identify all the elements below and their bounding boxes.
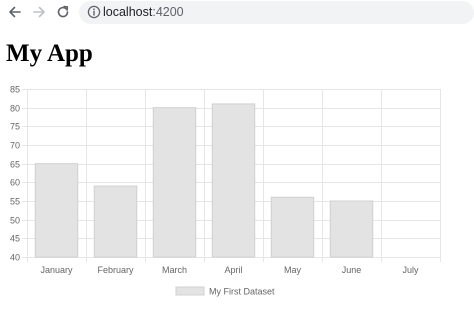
chart-bar xyxy=(34,163,79,258)
bar-chart: 40 45 50 55 60 65 70 75 80 85 January February Marc… xyxy=(10,85,441,297)
legend-swatch xyxy=(175,286,205,296)
x-tick-label: January xyxy=(40,265,73,275)
y-tick-label: 70 xyxy=(10,141,20,151)
y-tick-label: 65 xyxy=(10,160,20,170)
x-tick-label: July xyxy=(402,265,419,275)
x-tick-label: February xyxy=(97,265,134,275)
y-tick-label: 45 xyxy=(10,234,20,244)
chart-legend[interactable]: My First Dataset xyxy=(175,286,275,297)
y-tick-label: 75 xyxy=(10,122,20,132)
x-tick-label: May xyxy=(284,265,302,275)
y-tick-label: 55 xyxy=(10,197,20,207)
x-tick-label: April xyxy=(224,265,242,275)
x-axis-ticks: January February March April May June July xyxy=(40,265,419,275)
chart-bar xyxy=(211,103,256,258)
chart-bar xyxy=(152,107,197,258)
chart-bar xyxy=(93,185,138,258)
chart-bar xyxy=(270,196,315,258)
y-tick-label: 40 xyxy=(10,253,20,263)
legend-label: My First Dataset xyxy=(209,287,275,297)
y-tick-label: 50 xyxy=(10,216,20,226)
x-tick-label: June xyxy=(342,265,362,275)
y-tick-label: 85 xyxy=(10,85,20,95)
y-axis-ticks: 40 45 50 55 60 65 70 75 80 85 xyxy=(10,85,20,263)
chart-bar xyxy=(329,200,374,258)
y-tick-label: 80 xyxy=(10,104,20,114)
x-tick-label: March xyxy=(162,265,187,275)
y-tick-label: 60 xyxy=(10,178,20,188)
